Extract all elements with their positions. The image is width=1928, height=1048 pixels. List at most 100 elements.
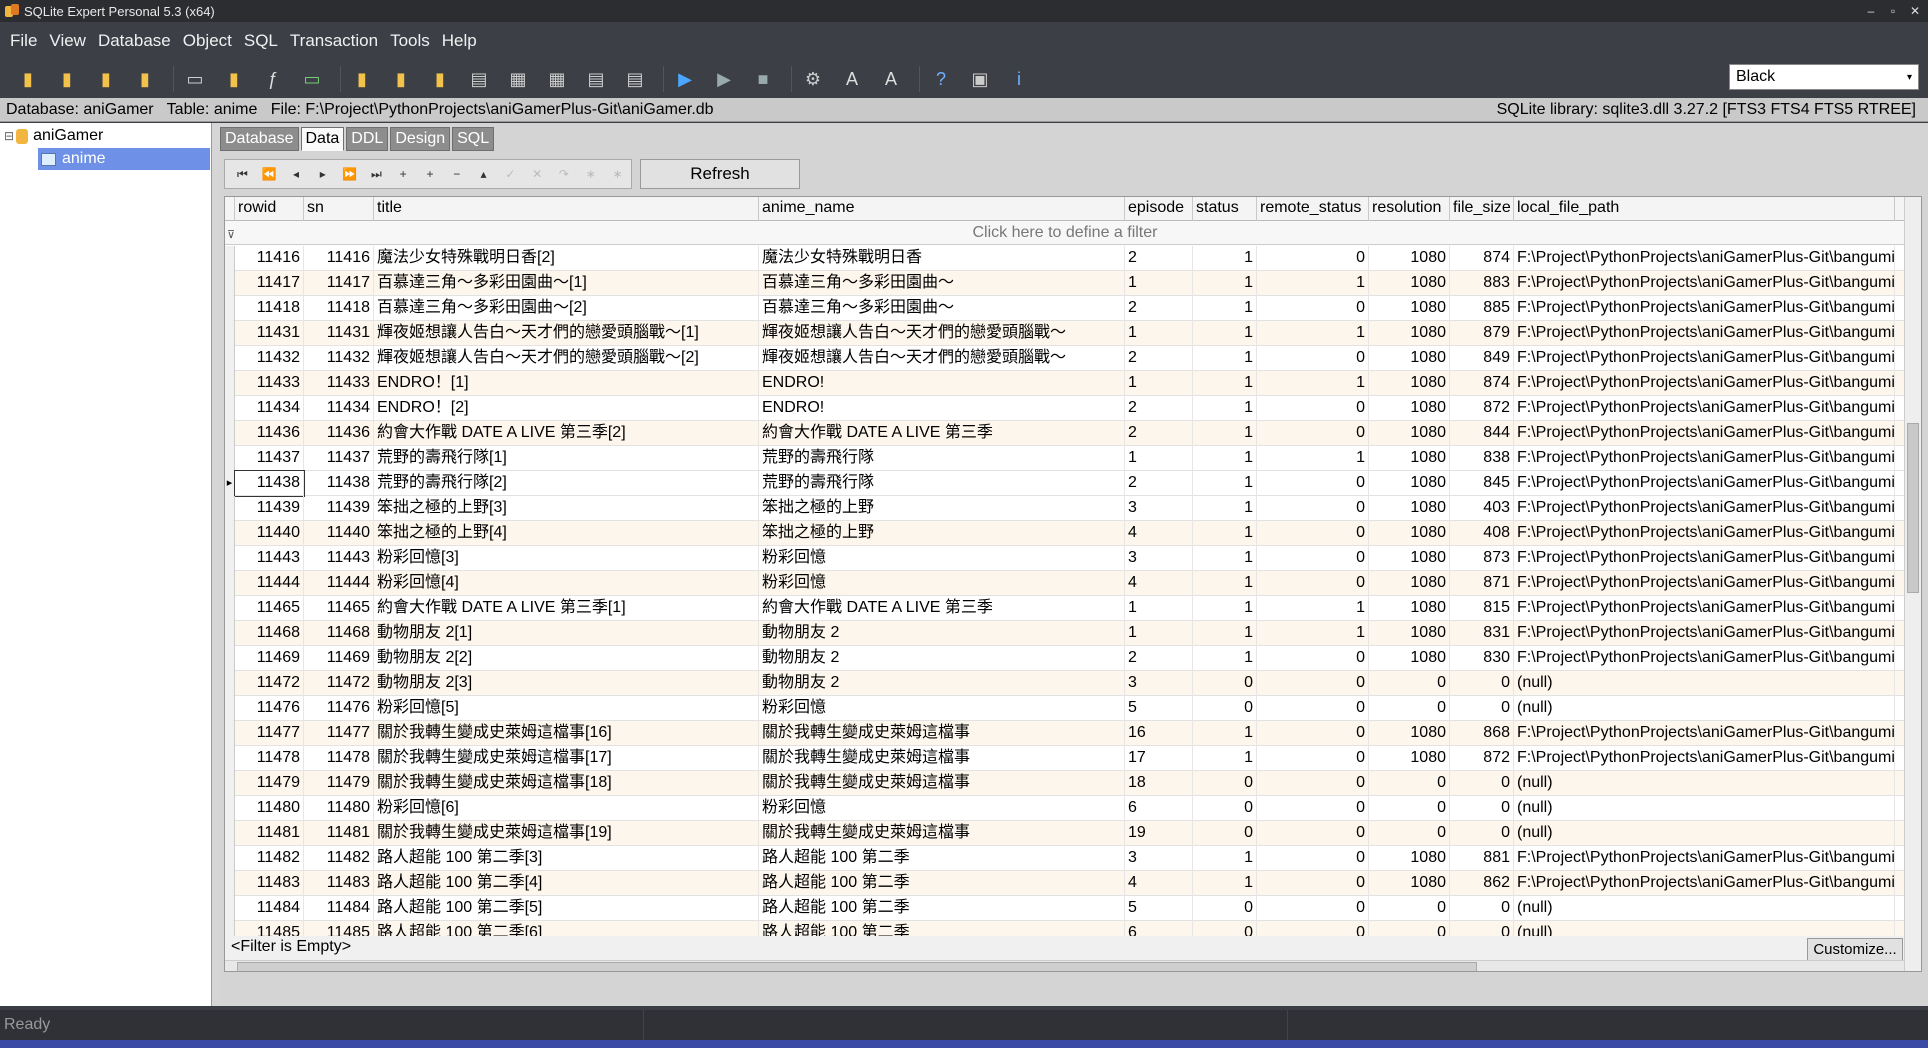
edit-record-button[interactable]: ▴	[470, 167, 497, 181]
table-cell-remote-status[interactable]: 1	[1257, 371, 1369, 396]
table-cell-title[interactable]: ENDRO！[2]	[374, 396, 759, 421]
table-cell-anime-name[interactable]: 粉彩回憶	[759, 546, 1125, 571]
table-cell-remote-status[interactable]: 0	[1257, 646, 1369, 671]
row-indicator[interactable]	[225, 546, 235, 571]
table-row[interactable]: 11444 11444 粉彩回憶[4] 粉彩回憶 4 1 0 1080 871 F:\Projec…	[225, 571, 1905, 596]
table-cell-remote-status[interactable]: 0	[1257, 546, 1369, 571]
table-cell-status[interactable]: 1	[1193, 596, 1257, 621]
table-cell-local-file-path[interactable]: F:\Project\PythonProjects\aniGamerPlus-G…	[1514, 546, 1895, 571]
table-cell-resolution[interactable]: 1080	[1369, 446, 1450, 471]
table-row[interactable]: 11418 11418 百慕達三角～多彩田園曲～[2] 百慕達三角～多彩田園曲～ 2 1 0…	[225, 296, 1905, 321]
table-row[interactable]: 11417 11417 百慕達三角～多彩田園曲～[1] 百慕達三角～多彩田園曲～ 1 1 1…	[225, 271, 1905, 296]
append-record-button[interactable]: +	[417, 167, 444, 181]
table-cell-title[interactable]: 路人超能 100 第二季[6]	[374, 921, 759, 936]
table-cell-anime-name[interactable]: 關於我轉生變成史萊姆這檔事	[759, 771, 1125, 796]
table-cell-sn[interactable]: 11485	[304, 921, 374, 936]
table-cell-file-size[interactable]: 879	[1450, 321, 1514, 346]
table-cell-anime-name[interactable]: 荒野的壽飛行隊	[759, 471, 1125, 496]
table-cell-remote-status[interactable]: 1	[1257, 621, 1369, 646]
table-cell-local-file-path[interactable]: F:\Project\PythonProjects\aniGamerPlus-G…	[1514, 421, 1895, 446]
table-cell-remote-status[interactable]: 1	[1257, 271, 1369, 296]
table-cell-sn[interactable]: 11469	[304, 646, 374, 671]
table-cell-anime-name[interactable]: 荒野的壽飛行隊	[759, 446, 1125, 471]
table-cell-rowid[interactable]: 11440	[235, 521, 304, 546]
table-cell-rowid[interactable]: 11417	[235, 271, 304, 296]
table-cell-file-size[interactable]: 815	[1450, 596, 1514, 621]
table-cell-file-size[interactable]: 0	[1450, 796, 1514, 821]
table-cell-remote-status[interactable]: 1	[1257, 446, 1369, 471]
row-indicator[interactable]	[225, 296, 235, 321]
menu-view[interactable]: View	[43, 22, 92, 60]
table-cell-title[interactable]: 魔法少女特殊戰明日香[2]	[374, 246, 759, 271]
table-cell-sn[interactable]: 11434	[304, 396, 374, 421]
table-cell-title[interactable]: 路人超能 100 第二季[4]	[374, 871, 759, 896]
row-indicator[interactable]	[225, 721, 235, 746]
table-cell-rowid[interactable]: 11485	[235, 921, 304, 936]
table-row[interactable]: 11433 11433 ENDRO！[1] ENDRO! 1 1 1 1080 874 F:\Pr…	[225, 371, 1905, 396]
table-cell-resolution[interactable]: 1080	[1369, 521, 1450, 546]
table-cell-resolution[interactable]: 1080	[1369, 296, 1450, 321]
table-cell-episode[interactable]: 4	[1125, 871, 1193, 896]
table-cell-rowid[interactable]: 11477	[235, 721, 304, 746]
table-cell-file-size[interactable]: 844	[1450, 421, 1514, 446]
table-cell-episode[interactable]: 2	[1125, 246, 1193, 271]
table-cell-title[interactable]: 荒野的壽飛行隊[2]	[374, 471, 759, 496]
table-cell-file-size[interactable]: 871	[1450, 571, 1514, 596]
menu-tools[interactable]: Tools	[384, 22, 436, 60]
font-decrease-icon[interactable]: A	[875, 63, 907, 95]
step-icon[interactable]: ▶	[708, 63, 740, 95]
goto-bookmark-button[interactable]: ∗	[604, 167, 631, 181]
table-cell-anime-name[interactable]: 路人超能 100 第二季	[759, 871, 1125, 896]
table-cell-resolution[interactable]: 1080	[1369, 871, 1450, 896]
table-cell-remote-status[interactable]: 0	[1257, 471, 1369, 496]
table-cell-rowid[interactable]: 11434	[235, 396, 304, 421]
table-cell-sn[interactable]: 11468	[304, 621, 374, 646]
table-cell-local-file-path[interactable]: (null)	[1514, 696, 1895, 721]
table-cell-local-file-path[interactable]: F:\Project\PythonProjects\aniGamerPlus-G…	[1514, 496, 1895, 521]
table-cell-rowid[interactable]: 11484	[235, 896, 304, 921]
filter-row[interactable]: ⊽ Click here to define a filter	[225, 221, 1905, 245]
table-cell-remote-status[interactable]: 0	[1257, 396, 1369, 421]
row-indicator[interactable]	[225, 396, 235, 421]
column-header-sn[interactable]: sn	[304, 197, 374, 221]
table-cell-remote-status[interactable]: 0	[1257, 721, 1369, 746]
table-cell-local-file-path[interactable]: (null)	[1514, 921, 1895, 936]
table-cell-anime-name[interactable]: 魔法少女特殊戰明日香	[759, 246, 1125, 271]
table-cell-resolution[interactable]: 1080	[1369, 746, 1450, 771]
table-row[interactable]: 11440 11440 笨拙之極的上野[4] 笨拙之極的上野 4 1 0 1080 408 F:\…	[225, 521, 1905, 546]
table-cell-status[interactable]: 0	[1193, 821, 1257, 846]
tab-ddl[interactable]: DDL	[346, 127, 389, 151]
table-cell-remote-status[interactable]: 0	[1257, 521, 1369, 546]
table-cell-title[interactable]: 關於我轉生變成史萊姆這檔事[17]	[374, 746, 759, 771]
table-cell-anime-name[interactable]: ENDRO!	[759, 396, 1125, 421]
table-cell-sn[interactable]: 11480	[304, 796, 374, 821]
table-cell-sn[interactable]: 11472	[304, 671, 374, 696]
table-cell-resolution[interactable]: 1080	[1369, 246, 1450, 271]
column-header-title[interactable]: title	[374, 197, 759, 221]
table-cell-remote-status[interactable]: 0	[1257, 746, 1369, 771]
refresh-records-button[interactable]: ↷	[551, 167, 578, 181]
table-cell-status[interactable]: 1	[1193, 371, 1257, 396]
row-indicator[interactable]	[225, 896, 235, 921]
table-cell-episode[interactable]: 4	[1125, 521, 1193, 546]
menu-help[interactable]: Help	[436, 22, 483, 60]
table-cell-file-size[interactable]: 408	[1450, 521, 1514, 546]
table-cell-resolution[interactable]: 0	[1369, 671, 1450, 696]
table-cell-status[interactable]: 1	[1193, 321, 1257, 346]
close-button[interactable]: ✕	[1904, 2, 1926, 20]
table-cell-sn[interactable]: 11439	[304, 496, 374, 521]
table-cell-resolution[interactable]: 1080	[1369, 721, 1450, 746]
table-cell-resolution[interactable]: 0	[1369, 821, 1450, 846]
row-indicator[interactable]	[225, 846, 235, 871]
table-cell-file-size[interactable]: 881	[1450, 846, 1514, 871]
table-cell-episode[interactable]: 18	[1125, 771, 1193, 796]
table-cell-rowid[interactable]: 11439	[235, 496, 304, 521]
table-cell-remote-status[interactable]: 0	[1257, 771, 1369, 796]
table-cell-anime-name[interactable]: 笨拙之極的上野	[759, 496, 1125, 521]
menu-sql[interactable]: SQL	[238, 22, 284, 60]
customize-button[interactable]: Customize...	[1807, 938, 1903, 962]
export-icon[interactable]: ▮	[385, 63, 417, 95]
table-cell-title[interactable]: 粉彩回憶[5]	[374, 696, 759, 721]
table-cell-anime-name[interactable]: 動物朋友 2	[759, 621, 1125, 646]
table-cell-resolution[interactable]: 1080	[1369, 571, 1450, 596]
